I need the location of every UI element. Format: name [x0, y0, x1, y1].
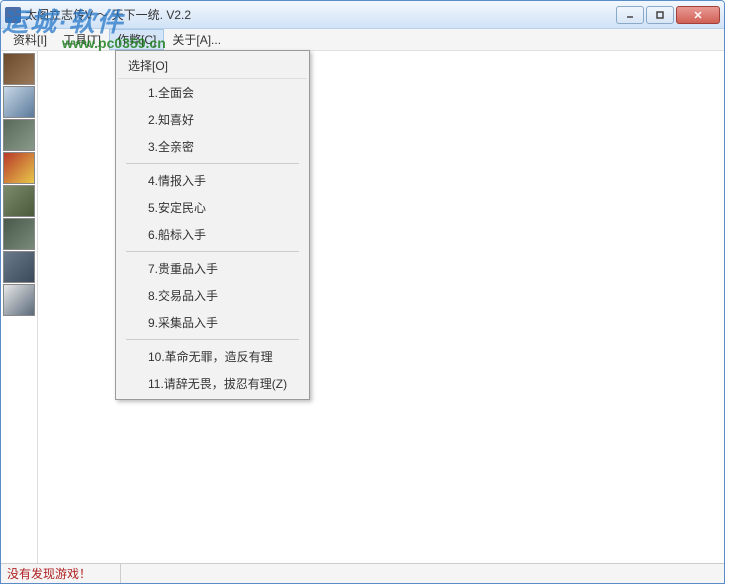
sidebar [1, 51, 37, 563]
avatar-1[interactable] [3, 53, 35, 85]
avatar-3[interactable] [3, 119, 35, 151]
window-controls [616, 6, 720, 24]
status-text: 没有发现游戏！ [1, 564, 121, 583]
dropdown-separator [126, 339, 299, 340]
menu-about[interactable]: 关于[A]... [164, 29, 229, 50]
window-title: 太阁立志传V ～ 天下一统. V2.2 [25, 6, 616, 23]
avatar-2[interactable] [3, 86, 35, 118]
avatar-7[interactable] [3, 251, 35, 283]
close-button[interactable] [676, 6, 720, 24]
menu-data[interactable]: 资料[I] [5, 29, 55, 50]
avatar-6[interactable] [3, 218, 35, 250]
dropdown-separator [126, 163, 299, 164]
avatar-5[interactable] [3, 185, 35, 217]
titlebar: 太阁立志传V ～ 天下一统. V2.2 [1, 1, 724, 29]
dropdown-separator [126, 251, 299, 252]
dropdown-item[interactable]: 5.安定民心 [118, 194, 307, 221]
client-area [1, 51, 724, 563]
dropdown-item[interactable]: 8.交易品入手 [118, 282, 307, 309]
menu-cheat[interactable]: 作弊[C] [109, 29, 164, 50]
dropdown-item[interactable]: 7.贵重品入手 [118, 255, 307, 282]
app-window: 太阁立志传V ～ 天下一统. V2.2 资料[I] 工具[T] 作弊[C] 关于… [0, 0, 725, 584]
statusbar: 没有发现游戏！ [1, 563, 724, 583]
dropdown-item[interactable]: 6.船标入手 [118, 221, 307, 248]
dropdown-item[interactable]: 10.革命无罪，造反有理 [118, 343, 307, 370]
cheat-dropdown: 选择[O] 1.全面会2.知喜好3.全亲密 4.情报入手5.安定民心6.船标入手 7… [115, 50, 310, 400]
avatar-4[interactable] [3, 152, 35, 184]
menubar: 资料[I] 工具[T] 作弊[C] 关于[A]... [1, 29, 724, 51]
dropdown-item[interactable]: 1.全面会 [118, 79, 307, 106]
dropdown-item[interactable]: 3.全亲密 [118, 133, 307, 160]
avatar-8[interactable] [3, 284, 35, 316]
menu-tools[interactable]: 工具[T] [55, 29, 109, 50]
dropdown-item[interactable]: 11.请辞无畏，拔忍有理(Z) [118, 370, 307, 397]
app-icon [5, 7, 21, 23]
dropdown-item[interactable]: 4.情报入手 [118, 167, 307, 194]
minimize-button[interactable] [616, 6, 644, 24]
dropdown-item[interactable]: 2.知喜好 [118, 106, 307, 133]
maximize-button[interactable] [646, 6, 674, 24]
dropdown-header[interactable]: 选择[O] [118, 53, 307, 79]
dropdown-item[interactable]: 9.采集品入手 [118, 309, 307, 336]
